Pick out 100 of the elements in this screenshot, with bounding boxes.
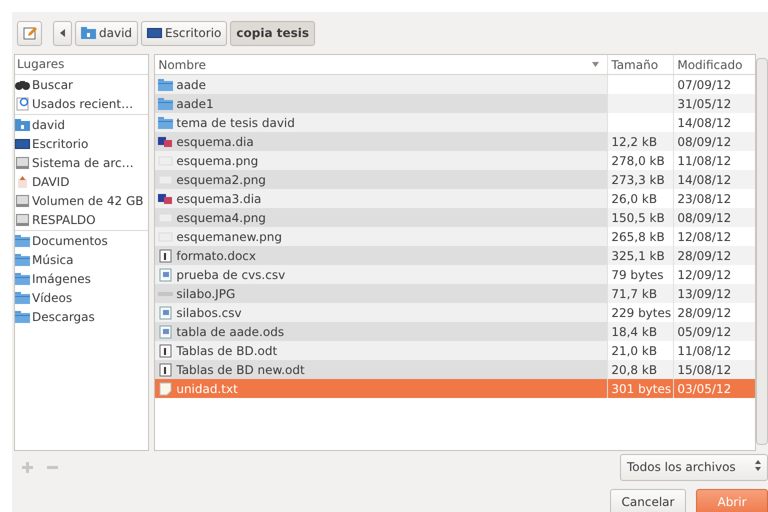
edit-icon xyxy=(22,26,36,40)
sidebar-item[interactable]: david xyxy=(15,115,148,134)
dialog-button[interactable]: Cancelar xyxy=(610,489,686,512)
file-date: 14/08/12 xyxy=(677,172,732,186)
sidebar-item[interactable]: Documentos xyxy=(15,231,148,250)
file-date: 08/09/12 xyxy=(677,134,732,148)
document-file-icon xyxy=(158,344,174,358)
places-header: Lugares xyxy=(15,55,148,75)
document-file-icon xyxy=(158,362,174,376)
sort-arrow-icon xyxy=(592,62,600,67)
file-date: 11/08/12 xyxy=(677,154,732,168)
sidebar-item[interactable]: Sistema de arc… xyxy=(15,153,148,172)
file-name: esquema4.png xyxy=(176,210,266,224)
file-name: unidad.txt xyxy=(176,382,238,396)
path-button[interactable]: copia tesis xyxy=(230,20,315,46)
text-file-icon xyxy=(158,382,174,396)
drive-icon xyxy=(15,194,30,208)
folder-icon xyxy=(158,78,174,92)
file-name: Tablas de BD new.odt xyxy=(176,362,305,376)
file-name: silabos.csv xyxy=(176,306,242,320)
file-size: 71,7 kB xyxy=(611,286,658,300)
file-name: aade xyxy=(176,78,206,92)
file-name: esquema.png xyxy=(176,154,258,168)
file-size: 26,0 kB xyxy=(611,192,658,206)
file-date: 15/08/12 xyxy=(677,362,732,376)
sidebar-item[interactable]: Descargas xyxy=(15,307,148,326)
file-type-dropdown[interactable]: Todos los archivos xyxy=(620,454,768,480)
file-name: prueba de cvs.csv xyxy=(176,268,286,282)
file-name: formato.docx xyxy=(176,248,256,262)
file-date: 14/08/12 xyxy=(677,116,732,130)
path-button[interactable]: david xyxy=(75,20,138,46)
sidebar-item[interactable]: Usados recient… xyxy=(15,94,148,113)
diagram-file-icon xyxy=(158,134,174,148)
file-date: 05/09/12 xyxy=(677,324,732,338)
sidebar-item[interactable]: RESPALDO xyxy=(15,210,148,229)
file-size: 278,0 kB xyxy=(611,154,665,168)
spreadsheet-file-icon xyxy=(158,324,174,338)
path-button[interactable]: Escritorio xyxy=(141,20,228,46)
file-size: 229 bytes xyxy=(611,306,672,320)
drive-icon xyxy=(15,212,30,226)
back-button[interactable] xyxy=(53,20,72,46)
folder-icon xyxy=(158,96,174,110)
file-size: 79 bytes xyxy=(611,268,664,282)
usb-drive-icon xyxy=(15,174,30,188)
file-size: 12,2 kB xyxy=(611,134,658,148)
folder-icon xyxy=(15,310,30,324)
add-icon[interactable] xyxy=(22,462,33,472)
spreadsheet-file-icon xyxy=(158,306,174,320)
file-date: 03/05/12 xyxy=(677,382,732,396)
document-file-icon xyxy=(158,248,174,262)
sidebar-item[interactable]: Buscar xyxy=(15,75,148,94)
file-size: 273,3 kB xyxy=(611,172,665,186)
file-size: 325,1 kB xyxy=(611,248,665,262)
desktop-icon xyxy=(147,26,162,40)
drive-icon xyxy=(15,156,30,170)
sidebar-item[interactable]: Vídeos xyxy=(15,288,148,307)
left-arrow-icon xyxy=(60,29,66,37)
sidebar-item[interactable]: Volumen de 42 GB xyxy=(15,191,148,210)
file-name: silabo.JPG xyxy=(176,286,236,300)
edit-location-button[interactable] xyxy=(17,20,42,46)
file-date: 08/09/12 xyxy=(677,210,732,224)
column-header[interactable]: Modificado xyxy=(673,55,756,74)
file-date: 31/05/12 xyxy=(677,96,732,110)
file-name: tema de tesis david xyxy=(176,116,295,130)
file-size: 21,0 kB xyxy=(611,344,658,358)
file-date: 23/08/12 xyxy=(677,192,732,206)
file-date: 28/09/12 xyxy=(677,248,732,262)
file-date: 12/09/12 xyxy=(677,268,732,282)
scrollbar[interactable] xyxy=(756,58,768,445)
file-size: 301 bytes xyxy=(611,382,672,396)
file-date: 11/08/12 xyxy=(677,344,732,358)
file-name: esquemanew.png xyxy=(176,230,282,244)
folder-icon xyxy=(15,290,30,304)
file-size: 265,8 kB xyxy=(611,230,665,244)
file-name: aade1 xyxy=(176,96,214,110)
file-date: 13/09/12 xyxy=(677,286,732,300)
desktop-icon xyxy=(15,136,30,150)
folder-icon xyxy=(15,234,30,248)
file-size: 18,4 kB xyxy=(611,324,658,338)
file-size: 150,5 kB xyxy=(611,210,665,224)
file-name: tabla de aade.ods xyxy=(176,324,284,338)
file-date: 07/09/12 xyxy=(677,78,732,92)
home-folder-icon xyxy=(81,26,96,40)
folder-icon xyxy=(15,272,30,286)
file-name: Tablas de BD.odt xyxy=(176,344,278,358)
sidebar-item[interactable]: Escritorio xyxy=(15,134,148,153)
sidebar-item[interactable]: Imágenes xyxy=(15,269,148,288)
file-date: 12/08/12 xyxy=(677,230,732,244)
column-header[interactable]: Tamaño xyxy=(607,55,674,74)
spreadsheet-file-icon xyxy=(158,268,174,282)
file-name: esquema.dia xyxy=(176,134,254,148)
sidebar-item[interactable]: Música xyxy=(15,250,148,269)
diagram-file-icon xyxy=(158,192,174,206)
file-size: 20,8 kB xyxy=(611,362,658,376)
sidebar-item[interactable]: DAVID xyxy=(15,172,148,191)
folder-icon xyxy=(158,116,174,130)
file-name: esquema3.dia xyxy=(176,192,262,206)
file-name: esquema2.png xyxy=(176,172,266,186)
folder-icon xyxy=(15,252,30,266)
file-date: 28/09/12 xyxy=(677,306,732,320)
